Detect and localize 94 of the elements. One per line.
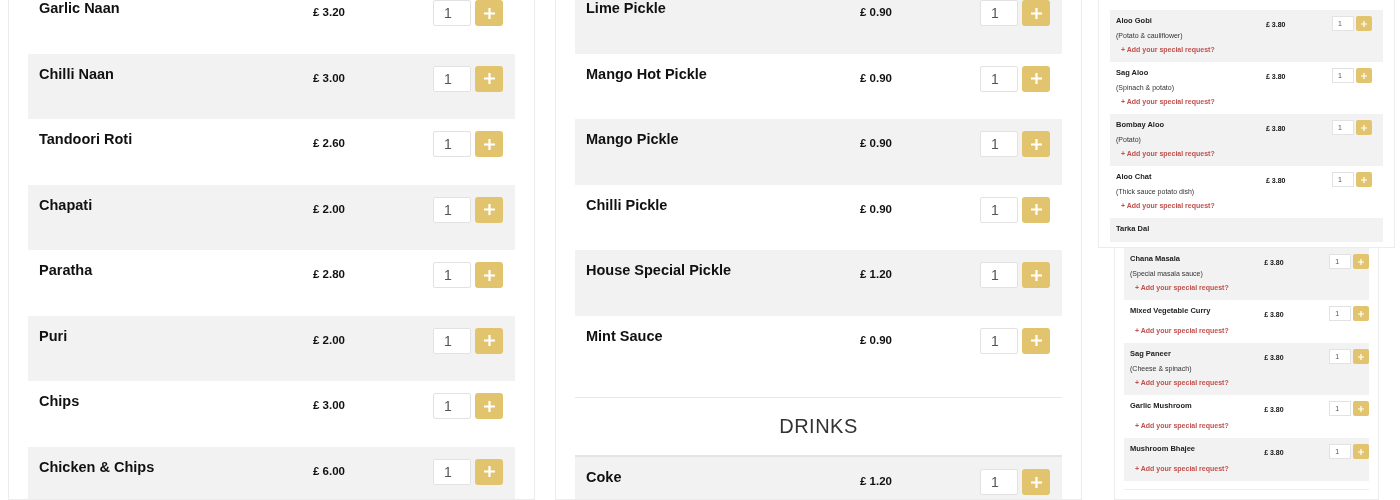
quantity-field[interactable]: 1 (980, 131, 1018, 157)
price: £ 0.90 (860, 70, 893, 85)
quantity-field[interactable]: 1 (980, 469, 1018, 495)
plus-icon (483, 138, 495, 150)
plus-icon (483, 204, 495, 215)
plus-icon (1030, 269, 1042, 281)
price: £ 2.00 (313, 332, 346, 347)
plus-icon (1358, 448, 1365, 455)
quantity-field[interactable]: 1 (433, 196, 471, 223)
quantity-field[interactable]: 1 (433, 0, 471, 26)
add-button[interactable] (1353, 349, 1369, 364)
dish-name: Coke (586, 469, 623, 485)
price: £ 0.90 (860, 332, 893, 347)
plus-icon (483, 269, 495, 281)
add-button[interactable] (475, 393, 503, 419)
price: £ 3.00 (313, 398, 346, 412)
plus-icon (1030, 73, 1042, 84)
dish-name: Paratha (39, 262, 94, 278)
plus-icon (1361, 176, 1367, 183)
plus-icon (1030, 138, 1042, 150)
dish-name: Puri (39, 327, 69, 344)
quantity-field[interactable]: 1 (980, 196, 1018, 223)
plus-icon (1358, 353, 1365, 360)
add-button[interactable] (1022, 327, 1050, 354)
add-button[interactable] (475, 0, 503, 26)
add-button[interactable] (475, 262, 503, 288)
add-button[interactable] (475, 65, 503, 92)
price: £ 0.90 (860, 136, 893, 150)
add-button[interactable] (1356, 120, 1372, 135)
add-button[interactable] (1356, 16, 1372, 31)
quantity-field[interactable]: 1 (980, 0, 1018, 26)
plus-icon (1358, 405, 1365, 412)
price: £ 1.20 (860, 267, 893, 281)
add-button[interactable] (475, 131, 503, 157)
quantity-field[interactable]: 1 (980, 262, 1018, 288)
add-button[interactable] (1356, 172, 1372, 187)
add-button[interactable] (1022, 65, 1050, 92)
dish-name: Chilli Pickle (586, 196, 669, 213)
add-button[interactable] (1353, 444, 1369, 459)
add-button[interactable] (1353, 306, 1369, 321)
add-button[interactable] (1356, 68, 1372, 83)
dish-name: Chilli Naan (39, 65, 115, 82)
add-button[interactable] (475, 196, 503, 223)
add-button[interactable] (1353, 401, 1369, 416)
add-button[interactable] (1022, 0, 1050, 26)
quantity-field[interactable]: 1 (433, 131, 471, 157)
plus-icon (1361, 124, 1367, 131)
dish-name: Mango Pickle (586, 131, 680, 147)
plus-icon (1030, 7, 1042, 19)
price: £ 1.20 (860, 474, 893, 488)
price: £ 2.00 (313, 201, 346, 216)
add-button[interactable] (475, 327, 503, 354)
add-button[interactable] (1022, 196, 1050, 223)
plus-icon (1361, 20, 1367, 27)
plus-icon (1030, 335, 1042, 346)
plus-icon (1361, 72, 1367, 79)
quantity-field[interactable]: 1 (433, 393, 471, 419)
add-button[interactable] (1022, 262, 1050, 288)
add-button[interactable] (1022, 131, 1050, 157)
dish-name: Garlic Naan (39, 0, 121, 16)
add-button[interactable] (1022, 469, 1050, 495)
price: £ 0.90 (860, 201, 893, 216)
dish-name: Mint Sauce (586, 327, 664, 344)
section-heading: DRINKS (779, 415, 858, 438)
quantity-field[interactable]: 1 (433, 262, 471, 288)
dish-name: Tandoori Roti (39, 131, 134, 147)
plus-icon (1030, 204, 1042, 215)
quantity-field[interactable]: 1 (433, 65, 471, 92)
price: £ 2.80 (313, 267, 346, 281)
quantity-field[interactable]: 1 (433, 327, 471, 354)
price: £ 3.00 (313, 70, 346, 85)
dish-name: Lime Pickle (586, 0, 667, 16)
plus-icon (483, 335, 495, 346)
dish-name: Chapati (39, 196, 94, 213)
quantity-field[interactable]: 1 (433, 458, 471, 485)
quantity-field[interactable]: 1 (980, 327, 1018, 354)
plus-icon (1030, 476, 1042, 488)
price: £ 6.00 (313, 463, 346, 478)
dish-name: Chips (39, 393, 81, 409)
add-button[interactable] (1353, 254, 1369, 269)
quantity-field[interactable]: 1 (980, 65, 1018, 92)
price: £ 0.90 (860, 5, 893, 19)
add-button[interactable] (475, 458, 503, 485)
price: £ 3.20 (313, 5, 346, 19)
plus-icon (483, 466, 495, 477)
plus-icon (483, 7, 495, 19)
plus-icon (483, 73, 495, 84)
plus-icon (1358, 258, 1365, 265)
plus-icon (483, 400, 495, 412)
dish-name: Mango Hot Pickle (586, 65, 708, 82)
price: £ 2.60 (313, 136, 346, 150)
plus-icon (1358, 310, 1365, 317)
dish-name: Chicken & Chips (39, 458, 156, 475)
dish-name: House Special Pickle (586, 262, 733, 278)
